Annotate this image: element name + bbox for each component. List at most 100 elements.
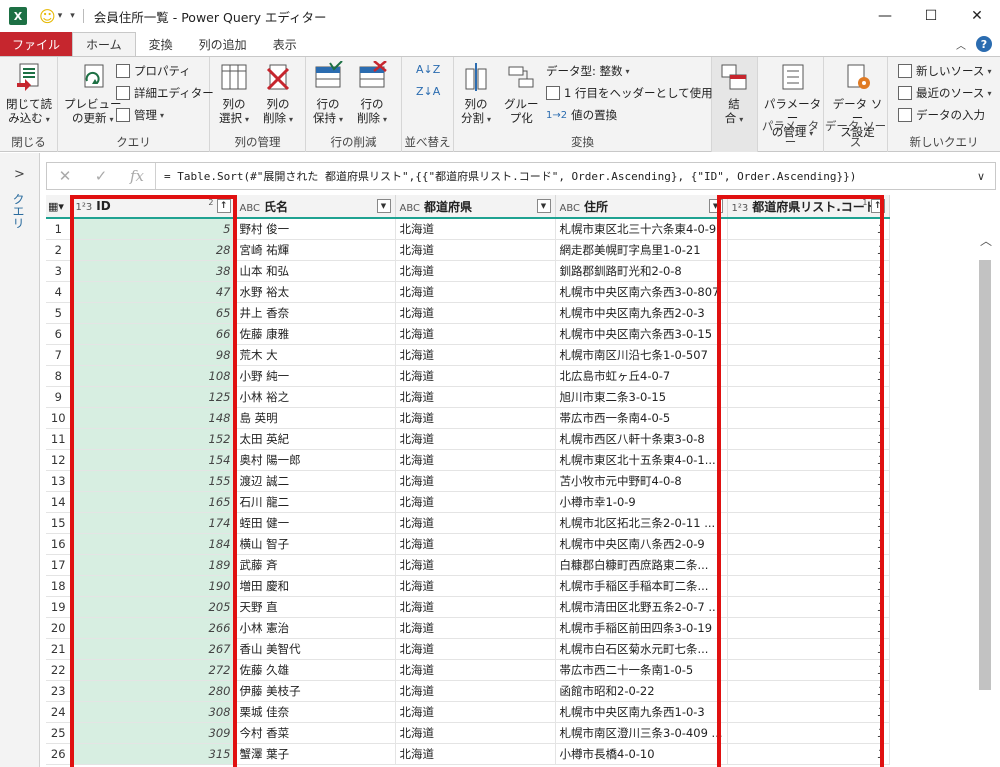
cell-address[interactable]: 帯広市西一条南4-0-5 (555, 407, 728, 429)
cell-id[interactable]: 154 (71, 449, 236, 471)
refresh-preview-button[interactable]: プレビュー の更新 ▾ (64, 61, 122, 127)
table-row[interactable]: 21 267 香山 美智代 北海道 札幌市白石区菊水元町七条... 1 (46, 638, 890, 660)
table-row[interactable]: 12 154 奥村 陽一郎 北海道 札幌市東区北十五条東4-0-1... 1 (46, 449, 890, 471)
filter-dropdown-icon[interactable]: ▼ (708, 199, 723, 213)
table-row[interactable]: 8 108 小野 純一 北海道 北広島市虹ヶ丘4-0-7 1 (46, 365, 890, 387)
cell-pref-code[interactable]: 1 (727, 701, 890, 723)
table-row[interactable]: 25 309 今村 香菜 北海道 札幌市南区澄川三条3-0-409 ... 1 (46, 722, 890, 744)
cell-name[interactable]: 天野 直 (235, 596, 396, 618)
cell-prefecture[interactable]: 北海道 (395, 554, 556, 576)
cell-id[interactable]: 280 (71, 680, 236, 702)
remove-columns-button[interactable]: 列の 削除 ▾ (262, 61, 294, 127)
table-row[interactable]: 11 152 太田 英紀 北海道 札幌市西区八軒十条東3-0-8 1 (46, 428, 890, 450)
table-row[interactable]: 10 148 島 英明 北海道 帯広市西一条南4-0-5 1 (46, 407, 890, 429)
cell-name[interactable]: 水野 裕太 (235, 281, 396, 303)
cell-prefecture[interactable]: 北海道 (395, 344, 556, 366)
cell-name[interactable]: 渡辺 誠二 (235, 470, 396, 492)
cell-pref-code[interactable]: 1 (727, 302, 890, 324)
cell-address[interactable]: 札幌市白石区菊水元町七条... (555, 638, 728, 660)
cancel-formula-icon[interactable]: ✕ (47, 163, 83, 189)
column-header-address[interactable]: ABC 住所 ▼ (555, 195, 728, 219)
cell-address[interactable]: 釧路郡釧路町光和2-0-8 (555, 260, 728, 282)
cell-address[interactable]: 旭川市東二条3-0-15 (555, 386, 728, 408)
cell-prefecture[interactable]: 北海道 (395, 260, 556, 282)
cell-pref-code[interactable]: 1 (727, 344, 890, 366)
replace-values-button[interactable]: 1→2 値の置換 (546, 107, 617, 123)
sort-filter-icon[interactable]: ↑ (216, 199, 231, 213)
table-row[interactable]: 15 174 蛭田 健一 北海道 札幌市北区拓北三条2-0-11 ... 1 (46, 512, 890, 534)
cell-name[interactable]: 武藤 斉 (235, 554, 396, 576)
choose-columns-button[interactable]: 列の 選択 ▾ (218, 61, 250, 127)
filter-dropdown-icon[interactable]: ▼ (376, 199, 391, 213)
table-row[interactable]: 26 315 蟹澤 葉子 北海道 小樽市長橋4-0-10 1 (46, 743, 890, 765)
cell-id[interactable]: 155 (71, 470, 236, 492)
table-row[interactable]: 17 189 武藤 斉北海道 白糠郡白糠町西庶路東二条... 1 (46, 554, 890, 576)
cell-prefecture[interactable]: 北海道 (395, 743, 556, 765)
cell-address[interactable]: 札幌市中央区南九条西1-0-3 (555, 701, 728, 723)
cell-address[interactable]: 札幌市中央区南六条西3-0-15 (555, 323, 728, 345)
cell-name[interactable]: 伊藤 美枝子 (235, 680, 396, 702)
cell-name[interactable]: 蛭田 健一 (235, 512, 396, 534)
cell-address[interactable]: 苫小牧市元中野町4-0-8 (555, 470, 728, 492)
cell-id[interactable]: 5 (71, 218, 236, 240)
table-row[interactable]: 23 280 伊藤 美枝子 北海道 函館市昭和2-0-22 1 (46, 680, 890, 702)
cell-address[interactable]: 札幌市清田区北野五条2-0-7 ... (555, 596, 728, 618)
cell-prefecture[interactable]: 北海道 (395, 533, 556, 555)
cell-pref-code[interactable]: 1 (727, 680, 890, 702)
cell-pref-code[interactable]: 1 (727, 365, 890, 387)
cell-pref-code[interactable]: 1 (727, 470, 890, 492)
cell-id[interactable]: 190 (71, 575, 236, 597)
cell-address[interactable]: 札幌市東区北三十六条東4-0-9 (555, 218, 728, 240)
cell-id[interactable]: 28 (71, 239, 236, 261)
cell-name[interactable]: 香山 美智代 (235, 638, 396, 660)
cell-address[interactable]: 網走郡美幌町字鳥里1-0-21 (555, 239, 728, 261)
cell-name[interactable]: 太田 英紀 (235, 428, 396, 450)
data-type-button[interactable]: データ型: 整数 ▾ (546, 63, 630, 79)
cell-pref-code[interactable]: 1 (727, 218, 890, 240)
advanced-editor-button[interactable]: 詳細エディター (116, 85, 214, 101)
cell-address[interactable]: 小樽市幸1-0-9 (555, 491, 728, 513)
cell-pref-code[interactable]: 1 (727, 449, 890, 471)
table-row[interactable]: 9 125 小林 裕之 北海道 旭川市東二条3-0-15 1 (46, 386, 890, 408)
table-row[interactable]: 18 190 増田 慶和 北海道 札幌市手稲区手稲本町二条... 1 (46, 575, 890, 597)
cell-pref-code[interactable]: 1 (727, 722, 890, 744)
table-row[interactable]: 20 266 小林 憲治 北海道 札幌市手稲区前田四条3-0-19 1 (46, 617, 890, 639)
table-row[interactable]: 13 155 渡辺 誠二 北海道 苫小牧市元中野町4-0-8 1 (46, 470, 890, 492)
cell-address[interactable]: 札幌市北区拓北三条2-0-11 ... (555, 512, 728, 534)
cell-address[interactable]: 札幌市中央区南九条西2-0-3 (555, 302, 728, 324)
cell-name[interactable]: 佐藤 久雄 (235, 659, 396, 681)
type-text-icon[interactable]: ABC (560, 203, 581, 214)
cell-id[interactable]: 174 (71, 512, 236, 534)
column-header-name[interactable]: ABC 氏名 ▼ (235, 195, 396, 219)
tab-file[interactable]: ファイル (0, 32, 73, 56)
formula-text[interactable]: = Table.Sort(#"展開された 都道府県リスト",{{"都道府県リスト… (156, 168, 967, 184)
cell-prefecture[interactable]: 北海道 (395, 365, 556, 387)
cell-name[interactable]: 荒木 大 (235, 344, 396, 366)
expand-formula-icon[interactable]: ∨ (967, 170, 995, 183)
cell-prefecture[interactable]: 北海道 (395, 491, 556, 513)
cell-prefecture[interactable]: 北海道 (395, 575, 556, 597)
quick-access-customize-icon[interactable]: ▾ (70, 11, 75, 21)
cell-id[interactable]: 66 (71, 323, 236, 345)
table-row[interactable]: 2 28 宮崎 祐輝 北海道 網走郡美幌町字鳥里1-0-21 1 (46, 239, 890, 261)
cell-prefecture[interactable]: 北海道 (395, 281, 556, 303)
cell-prefecture[interactable]: 北海道 (395, 386, 556, 408)
cell-prefecture[interactable]: 北海道 (395, 218, 556, 240)
cell-pref-code[interactable]: 1 (727, 617, 890, 639)
manage-button[interactable]: 管理 ▾ (116, 107, 164, 123)
collapse-ribbon-icon[interactable]: ︿ (956, 37, 966, 52)
tab-home[interactable]: ホーム (72, 32, 136, 56)
cell-address[interactable]: 小樽市長橋4-0-10 (555, 743, 728, 765)
maximize-button[interactable]: ☐ (908, 0, 954, 32)
cell-pref-code[interactable]: 1 (727, 638, 890, 660)
cell-address[interactable]: 札幌市西区八軒十条東3-0-8 (555, 428, 728, 450)
cell-name[interactable]: 山本 和弘 (235, 260, 396, 282)
cell-pref-code[interactable]: 1 (727, 239, 890, 261)
minimize-button[interactable]: — (862, 0, 908, 32)
cell-prefecture[interactable]: 北海道 (395, 512, 556, 534)
table-menu-header[interactable]: ▦▾ (46, 195, 72, 219)
table-row[interactable]: 3 38 山本 和弘 北海道 釧路郡釧路町光和2-0-8 1 (46, 260, 890, 282)
cell-name[interactable]: 宮崎 祐輝 (235, 239, 396, 261)
cell-id[interactable]: 148 (71, 407, 236, 429)
queries-pane-label[interactable]: クエリ (10, 193, 27, 229)
